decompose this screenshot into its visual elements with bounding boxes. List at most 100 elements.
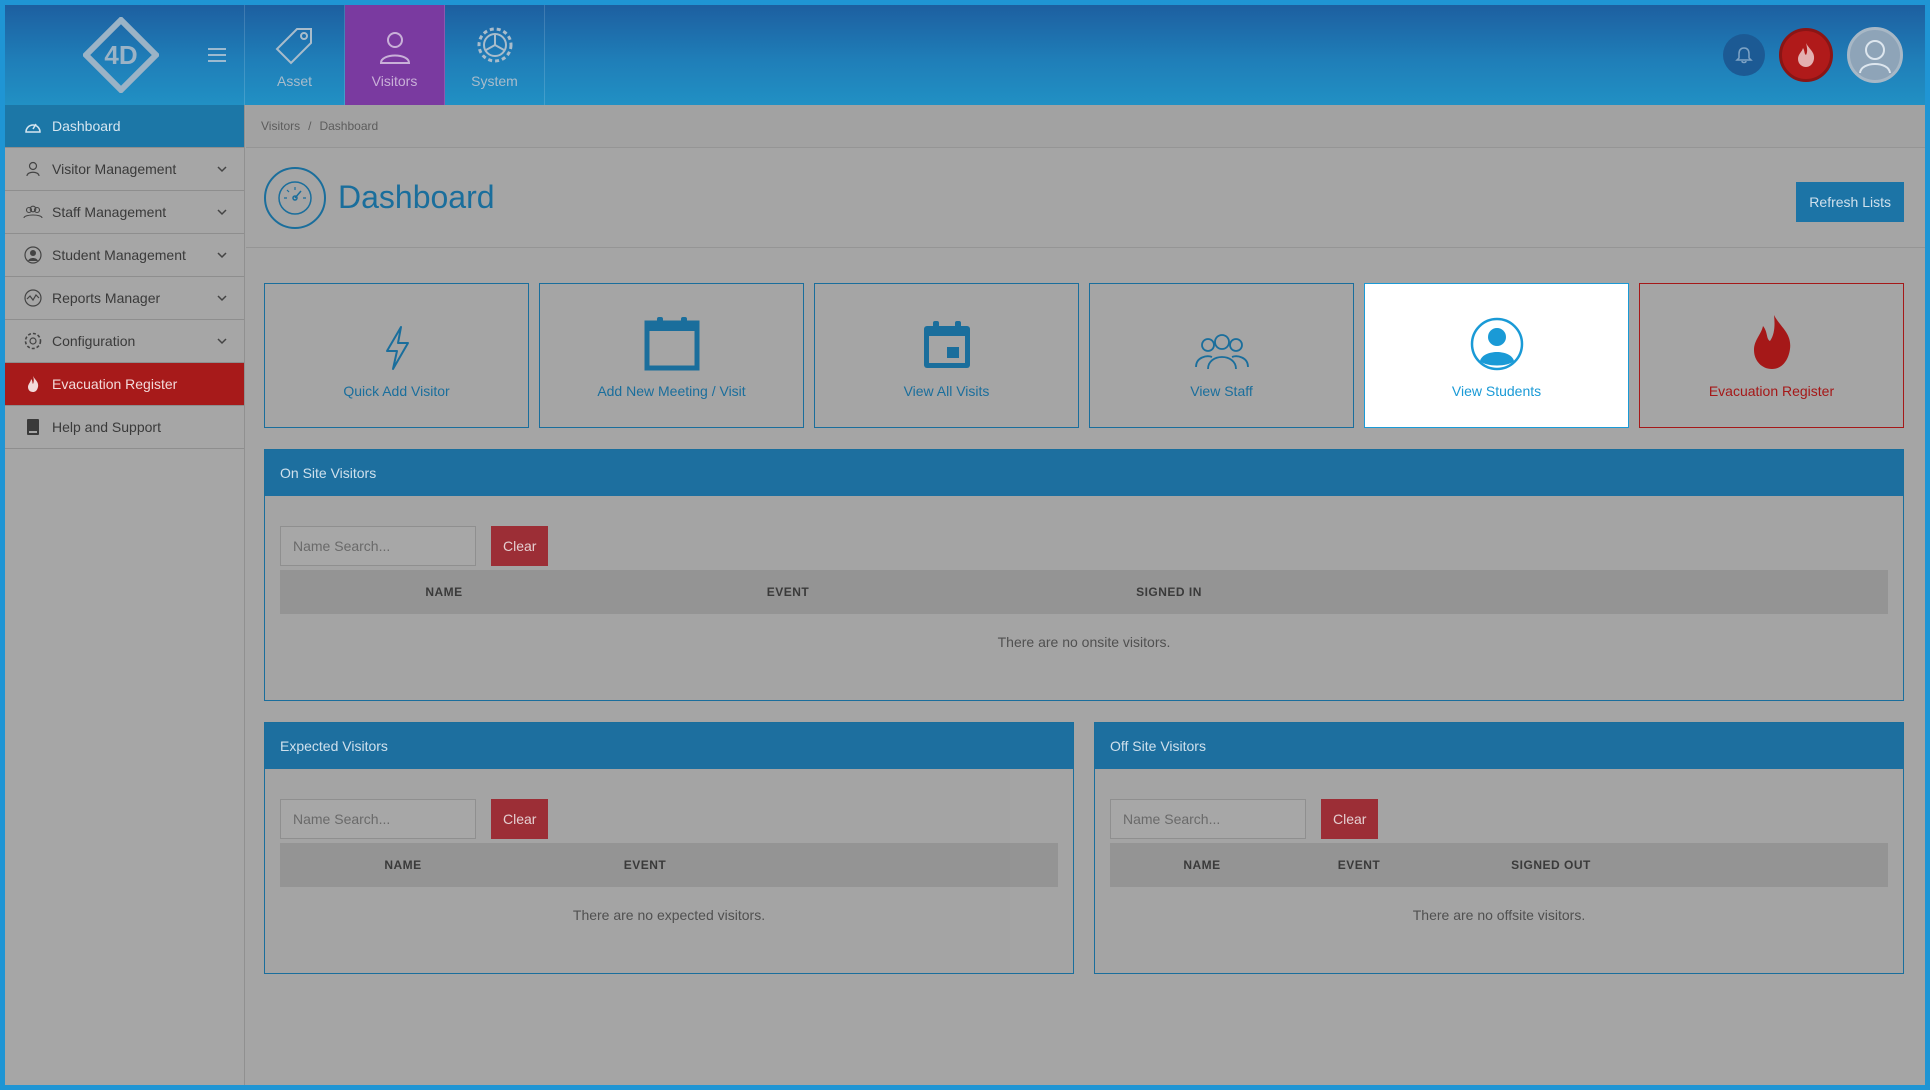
tile-label: View Students bbox=[1451, 383, 1542, 399]
book-icon bbox=[23, 417, 43, 437]
onsite-search-input[interactable] bbox=[280, 526, 476, 566]
evacuation-alert-button[interactable] bbox=[1779, 28, 1833, 82]
tile-add-new-meeting[interactable]: Add New Meeting / Visit bbox=[539, 283, 804, 428]
lightning-icon bbox=[385, 326, 409, 370]
notifications-button[interactable] bbox=[1723, 34, 1765, 76]
tile-label: View Staff bbox=[1190, 383, 1253, 399]
tile-view-staff[interactable]: View Staff bbox=[1089, 283, 1354, 428]
flame-icon bbox=[1798, 43, 1815, 67]
chevron-down-icon bbox=[217, 338, 227, 345]
expected-search-input[interactable] bbox=[280, 799, 476, 839]
tag-icon bbox=[275, 28, 312, 65]
onsite-table-header: NAME EVENT SIGNED IN bbox=[280, 570, 1888, 614]
flame-icon bbox=[23, 374, 43, 394]
tile-label: Evacuation Register bbox=[1708, 383, 1835, 399]
top-bar: 4D Asset Visitors System bbox=[5, 5, 1925, 105]
column-header-event[interactable]: EVENT bbox=[767, 585, 810, 599]
sidebar-item-label: Staff Management bbox=[52, 204, 167, 220]
sidebar-item-label: Student Management bbox=[52, 247, 186, 263]
chevron-down-icon bbox=[217, 166, 227, 173]
gear-icon bbox=[23, 331, 43, 351]
onsite-clear-button[interactable]: Clear bbox=[491, 526, 549, 566]
breadcrumb-current: Dashboard bbox=[319, 119, 379, 133]
flame-icon bbox=[1753, 315, 1790, 369]
user-silhouette-icon bbox=[1859, 40, 1891, 74]
speedometer-icon bbox=[23, 116, 43, 136]
offsite-empty-message: There are no offsite visitors. bbox=[1412, 907, 1586, 923]
chart-icon bbox=[23, 288, 43, 308]
main-content: Visitors / Dashboard Dashboard Refresh L… bbox=[246, 105, 1925, 1085]
4d-logo[interactable]: 4D bbox=[83, 17, 159, 93]
sidebar-item-label: Configuration bbox=[52, 333, 136, 349]
offsite-search-row: Clear bbox=[1110, 799, 1379, 839]
breadcrumb-visitors[interactable]: Visitors bbox=[261, 119, 300, 133]
column-header-name[interactable]: NAME bbox=[425, 585, 462, 599]
calendar-event-icon bbox=[923, 321, 970, 368]
chevron-down-icon bbox=[217, 209, 227, 216]
expected-visitors-panel: Expected Visitors Clear NAME EVENT There… bbox=[264, 722, 1074, 974]
onsite-empty-message: There are no onsite visitors. bbox=[997, 634, 1171, 650]
tile-label: Quick Add Visitor bbox=[343, 383, 450, 399]
top-nav: Asset Visitors System bbox=[245, 5, 545, 105]
panel-title: Expected Visitors bbox=[265, 723, 1073, 769]
column-header-name[interactable]: NAME bbox=[1183, 858, 1220, 872]
breadcrumb: Visitors / Dashboard bbox=[246, 105, 1925, 148]
sidebar-item-reports-manager[interactable]: Reports Manager bbox=[5, 277, 244, 320]
tile-view-all-visits[interactable]: View All Visits bbox=[814, 283, 1079, 428]
onsite-search-row: Clear bbox=[280, 526, 549, 566]
topnav-visitors-label: Visitors bbox=[371, 73, 418, 89]
tile-view-students[interactable]: View Students bbox=[1364, 283, 1629, 428]
tile-label: Add New Meeting / Visit bbox=[597, 383, 746, 399]
onsite-visitors-panel: On Site Visitors Clear NAME EVENT SIGNED… bbox=[264, 449, 1904, 701]
sidebar-item-help-and-support[interactable]: Help and Support bbox=[5, 406, 244, 449]
topnav-system-label: System bbox=[471, 73, 518, 89]
group-icon bbox=[1194, 334, 1249, 370]
bell-icon bbox=[1735, 47, 1753, 64]
column-header-event[interactable]: EVENT bbox=[624, 858, 667, 872]
sidebar-item-student-management[interactable]: Student Management bbox=[5, 234, 244, 277]
column-header-signed-out[interactable]: SIGNED OUT bbox=[1511, 858, 1591, 872]
column-header-signed-in[interactable]: SIGNED IN bbox=[1136, 585, 1202, 599]
page-header: Dashboard Refresh Lists bbox=[246, 148, 1925, 248]
tile-quick-add-visitor[interactable]: Quick Add Visitor bbox=[264, 283, 529, 428]
expected-empty-message: There are no expected visitors. bbox=[572, 907, 766, 923]
chevron-down-icon bbox=[217, 295, 227, 302]
sidebar-item-label: Evacuation Register bbox=[52, 376, 178, 392]
person-icon bbox=[379, 32, 410, 64]
offsite-visitors-panel: Off Site Visitors Clear NAME EVENT SIGNE… bbox=[1094, 722, 1904, 974]
topnav-visitors[interactable]: Visitors bbox=[345, 5, 445, 105]
top-right-actions bbox=[1723, 27, 1903, 83]
sidebar-item-visitor-management[interactable]: Visitor Management bbox=[5, 148, 244, 191]
sidebar: Dashboard Visitor Management Staff Manag… bbox=[5, 105, 245, 1085]
sidebar-item-dashboard[interactable]: Dashboard bbox=[5, 105, 244, 148]
offsite-table-header: NAME EVENT SIGNED OUT bbox=[1110, 843, 1888, 887]
logo-area: 4D bbox=[5, 5, 245, 105]
page-title: Dashboard bbox=[338, 179, 495, 215]
sidebar-item-configuration[interactable]: Configuration bbox=[5, 320, 244, 363]
expected-clear-button[interactable]: Clear bbox=[491, 799, 549, 839]
user-avatar[interactable] bbox=[1847, 27, 1903, 83]
breadcrumb-separator: / bbox=[308, 119, 312, 133]
topnav-asset[interactable]: Asset bbox=[245, 5, 345, 105]
app-window: 4D Asset Visitors System Dashboard Visit… bbox=[0, 0, 1930, 1090]
expected-table-header: NAME EVENT bbox=[280, 843, 1058, 887]
topnav-system[interactable]: System bbox=[445, 5, 545, 105]
column-header-name[interactable]: NAME bbox=[384, 858, 421, 872]
menu-toggle-icon[interactable] bbox=[208, 48, 226, 62]
offsite-search-input[interactable] bbox=[1110, 799, 1306, 839]
sidebar-item-label: Visitor Management bbox=[52, 161, 177, 177]
svg-text:4D: 4D bbox=[104, 40, 137, 70]
calendar-icon bbox=[644, 317, 699, 371]
column-header-event[interactable]: EVENT bbox=[1338, 858, 1381, 872]
refresh-lists-button[interactable]: Refresh Lists bbox=[1796, 182, 1904, 222]
sidebar-item-evacuation-register[interactable]: Evacuation Register bbox=[5, 363, 244, 406]
tile-evacuation-register[interactable]: Evacuation Register bbox=[1639, 283, 1904, 428]
student-icon bbox=[1470, 317, 1523, 371]
offsite-clear-button[interactable]: Clear bbox=[1321, 799, 1379, 839]
gear-icon bbox=[477, 27, 512, 63]
quick-action-tiles: Quick Add Visitor Add New Meeting / Visi… bbox=[264, 283, 1904, 428]
tile-label: View All Visits bbox=[903, 383, 990, 399]
sidebar-item-label: Dashboard bbox=[52, 118, 121, 134]
sidebar-item-staff-management[interactable]: Staff Management bbox=[5, 191, 244, 234]
panel-title: On Site Visitors bbox=[265, 450, 1903, 496]
